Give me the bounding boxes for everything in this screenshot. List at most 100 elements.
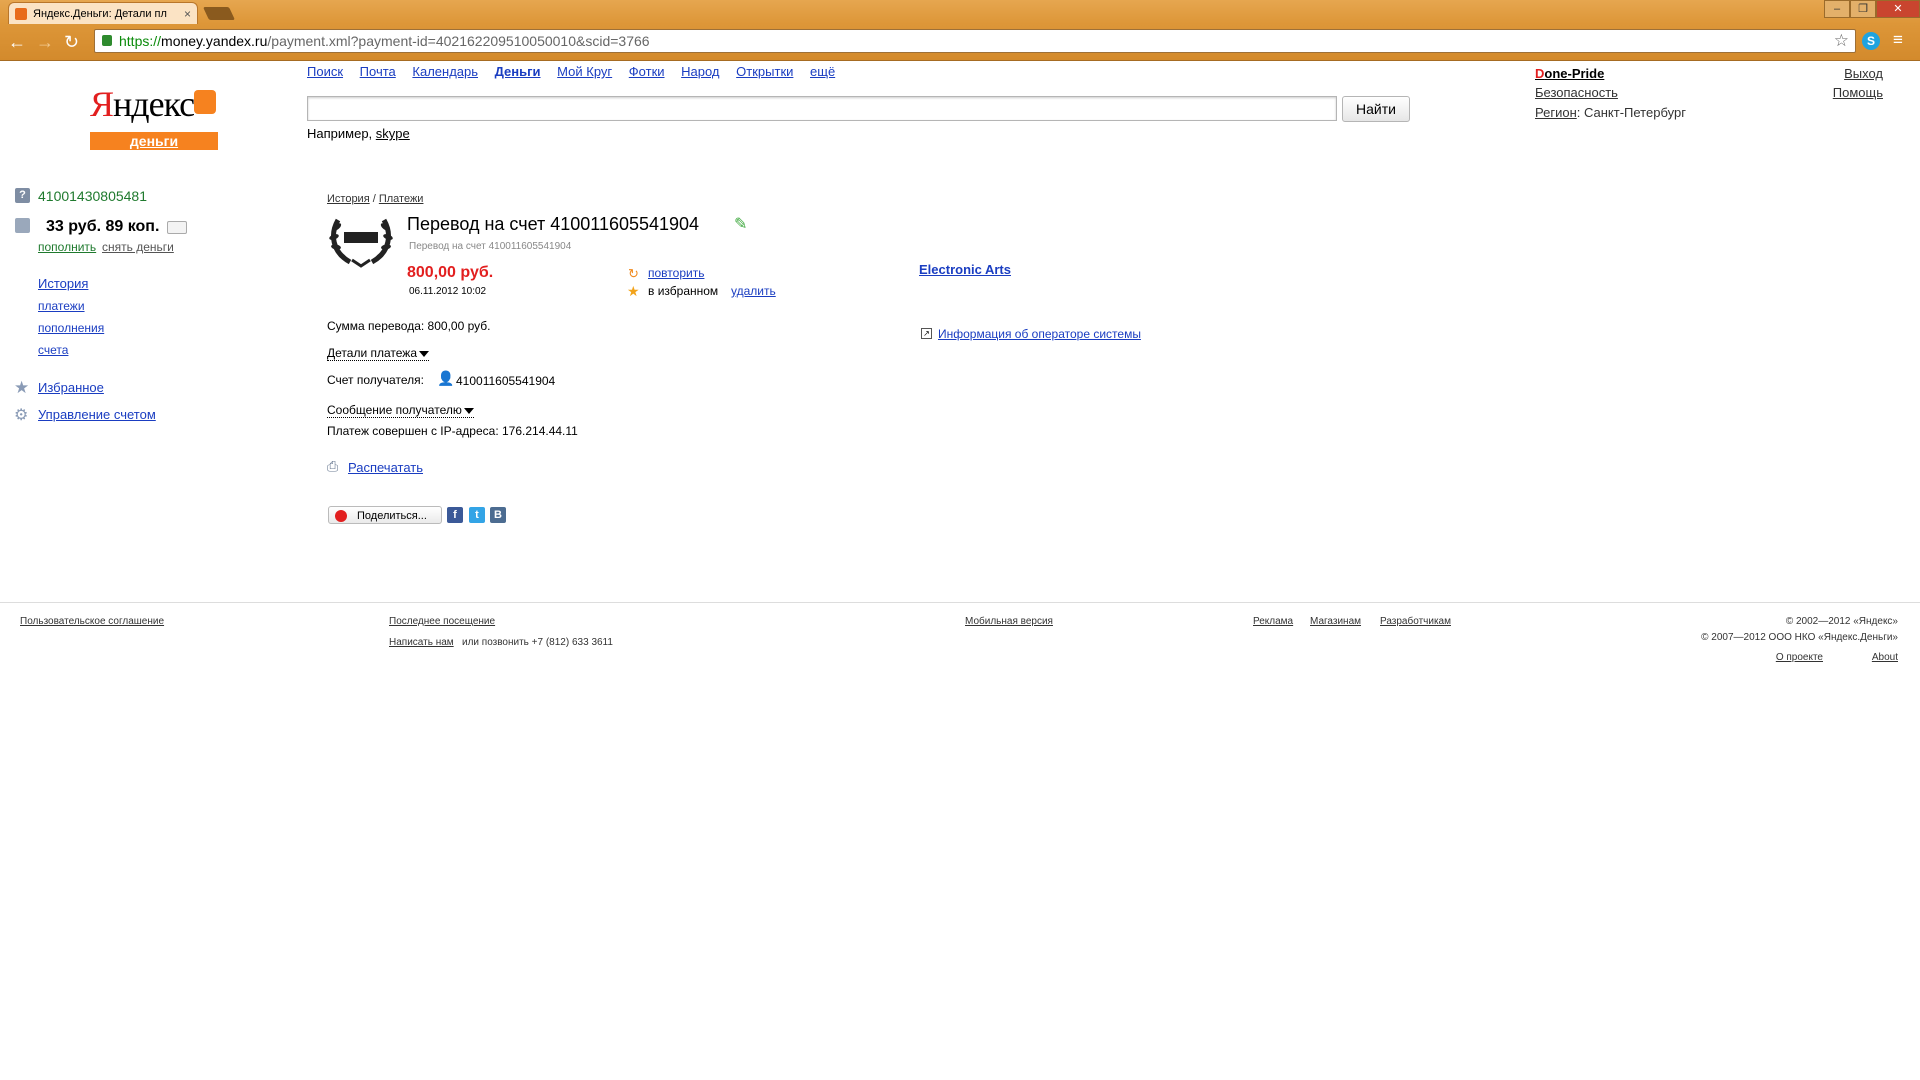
services-nav: Поиск Почта Календарь Деньги Мой Круг Фо… — [307, 64, 848, 79]
service-money[interactable]: Деньги — [495, 64, 541, 79]
tab-title: Яндекс.Деньги: Детали пл — [33, 8, 167, 20]
recipient-label: Счет получателя: — [327, 373, 424, 387]
tab-close-icon[interactable]: × — [184, 3, 191, 24]
skype-extension-icon[interactable]: S — [1862, 32, 1880, 50]
yandex-share-icon — [335, 510, 347, 522]
breadcrumb-payments[interactable]: Платежи — [379, 193, 424, 205]
minimize-button[interactable]: – — [1824, 0, 1850, 18]
merchant-emblem-icon — [329, 218, 393, 268]
withdraw-link[interactable]: снять деньги — [102, 240, 174, 254]
question-icon[interactable]: ? — [15, 188, 30, 203]
forward-arrow-icon[interactable]: → — [36, 32, 54, 52]
breadcrumb: История / Платежи — [327, 193, 423, 205]
browser-titlebar: Яндекс.Деньги: Детали пл × – ❐ ✕ — [0, 0, 1920, 24]
help-link[interactable]: Помощь — [1833, 85, 1883, 100]
service-calendar[interactable]: Календарь — [412, 64, 478, 79]
maximize-button[interactable]: ❐ — [1850, 0, 1876, 18]
footer-mobile-version[interactable]: Мобильная версия — [965, 616, 1053, 627]
footer-last-visit[interactable]: Последнее посещение — [389, 616, 495, 627]
bookmark-star-icon[interactable]: ☆ — [1834, 30, 1849, 52]
region-link[interactable]: Регион — [1535, 105, 1577, 120]
page-title: Перевод на счет 410011605541904 — [407, 214, 700, 234]
service-mail[interactable]: Почта — [360, 64, 396, 79]
search-input[interactable] — [307, 96, 1337, 121]
new-tab-button[interactable] — [202, 7, 236, 20]
sidebar-item-topups[interactable]: пополнения — [38, 321, 104, 335]
address-bar[interactable]: https://money.yandex.ru/payment.xml?paym… — [94, 29, 1856, 53]
caret-down-icon — [419, 350, 429, 357]
breadcrumb-separator: / — [369, 193, 379, 205]
twitter-icon[interactable]: t — [469, 507, 485, 523]
browser-tab[interactable]: Яндекс.Деньги: Детали пл × — [8, 2, 198, 24]
logout-link[interactable]: Выход — [1844, 66, 1883, 81]
reload-icon[interactable]: ↻ — [64, 32, 79, 52]
yandex-money-logo[interactable]: Яндекс деньги — [90, 84, 218, 152]
example-link[interactable]: skype — [376, 126, 410, 141]
footer-user-agreement[interactable]: Пользовательское соглашение — [20, 616, 164, 627]
recipient-message-label: Сообщение получателю — [327, 403, 462, 417]
sidebar-item-history[interactable]: История — [38, 276, 88, 291]
wallet-icon — [15, 218, 30, 233]
service-narod[interactable]: Народ — [681, 64, 719, 79]
service-more[interactable]: ещё — [810, 64, 835, 79]
repeat-link[interactable]: повторить — [648, 266, 704, 280]
url-path: /payment.xml?payment-id=4021622095100500… — [267, 33, 650, 49]
url-scheme: https:// — [119, 33, 162, 49]
sidebar-item-manage-account[interactable]: Управление счетом — [38, 407, 156, 422]
merchant-link[interactable]: Electronic Arts — [919, 262, 1011, 277]
balance: 33 руб. 89 коп. — [46, 218, 160, 235]
topup-link[interactable]: пополнить — [38, 240, 96, 254]
payment-details-label: Детали платежа — [327, 346, 417, 360]
print-link[interactable]: Распечатать — [348, 460, 423, 475]
transfer-sum: Сумма перевода: 800,00 руб. — [327, 319, 491, 333]
example-prefix: Например, — [307, 126, 373, 141]
payment-subtitle: Перевод на счет 410011605541904 — [409, 241, 572, 252]
url-host: money.yandex.ru — [161, 33, 268, 49]
footer-about[interactable]: About — [1872, 652, 1898, 663]
footer-about-project[interactable]: О проекте — [1776, 652, 1823, 663]
caret-down-icon — [463, 407, 474, 414]
vkontakte-icon[interactable]: B — [490, 507, 506, 523]
user-name-link[interactable]: Done-Pride — [1535, 66, 1604, 81]
pencil-icon[interactable]: ✎ — [734, 214, 747, 234]
operator-info-link[interactable]: Информация об операторе системы — [938, 327, 1141, 341]
printer-icon: ⎙ — [327, 458, 339, 474]
share-button[interactable]: Поделиться... — [328, 506, 442, 524]
yandex-money-favicon-icon — [15, 8, 27, 20]
search-example: Например, skype — [307, 126, 410, 141]
security-link[interactable]: Безопасность — [1535, 85, 1618, 100]
payment-date: 06.11.2012 10:02 — [409, 286, 487, 297]
payment-amount: 800,00 руб. — [407, 264, 494, 281]
breadcrumb-history[interactable]: История — [327, 193, 370, 205]
footer-copyright-yandex: © 2002—2012 «Яндекс» — [1785, 616, 1898, 627]
search-button[interactable]: Найти — [1342, 96, 1410, 122]
wallet-bag-icon — [194, 90, 216, 114]
service-search[interactable]: Поиск — [307, 64, 343, 79]
footer-ads[interactable]: Реклама — [1253, 616, 1293, 627]
window-close-button[interactable]: ✕ — [1876, 0, 1920, 18]
payment-details-toggle[interactable]: Детали платежа — [327, 346, 429, 361]
footer-developers[interactable]: Разработчикам — [1380, 616, 1451, 627]
browser-menu-icon[interactable]: ≡ — [1893, 30, 1903, 50]
wallet-number: 41001430805481 — [38, 188, 148, 204]
service-otkrytki[interactable]: Открытки — [736, 64, 793, 79]
repeat-icon: ↻ — [628, 266, 639, 281]
region-line: Регион: Санкт-Петербург — [1535, 105, 1686, 120]
delete-favorite-link[interactable]: удалить — [731, 284, 776, 298]
footer-write-us[interactable]: Написать нам — [389, 637, 454, 648]
sidebar-item-favorites[interactable]: Избранное — [38, 380, 104, 395]
footer-shops[interactable]: Магазинам — [1310, 616, 1361, 627]
card-icon[interactable] — [167, 221, 187, 234]
logo-subtitle[interactable]: деньги — [90, 132, 218, 150]
ip-address-line: Платеж совершен с IP-адреса: 176.214.44.… — [327, 424, 578, 438]
service-moikrug[interactable]: Мой Круг — [557, 64, 612, 79]
star-icon: ★ — [14, 378, 30, 397]
service-fotki[interactable]: Фотки — [629, 64, 665, 79]
footer-copyright-money: © 2007—2012 ООО НКО «Яндекс.Деньги» — [1701, 632, 1898, 643]
sidebar-item-accounts[interactable]: счета — [38, 343, 68, 357]
recipient-message-toggle[interactable]: Сообщение получателю — [327, 403, 474, 418]
facebook-icon[interactable]: f — [447, 507, 463, 523]
recipient-account: 410011605541904 — [456, 374, 556, 388]
back-arrow-icon[interactable]: ← — [8, 32, 26, 52]
sidebar-item-payments[interactable]: платежи — [38, 299, 85, 313]
